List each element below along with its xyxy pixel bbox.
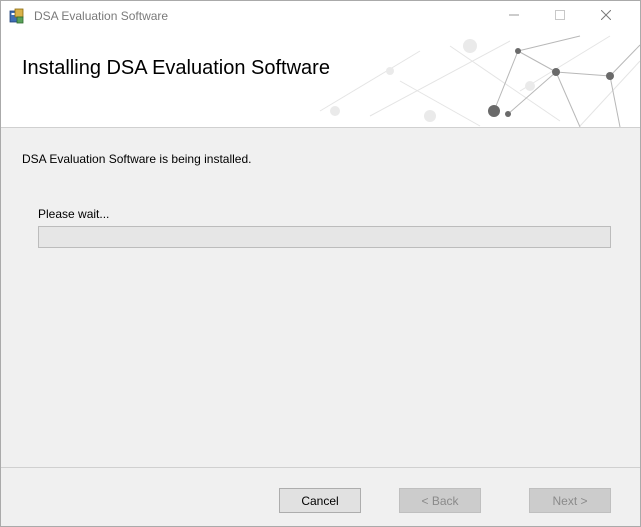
minimize-button[interactable] <box>491 1 537 31</box>
back-button[interactable]: < Back <box>399 488 481 513</box>
close-button[interactable] <box>583 1 629 31</box>
status-message: DSA Evaluation Software is being install… <box>22 152 252 166</box>
wait-label: Please wait... <box>38 207 110 221</box>
minimize-icon <box>509 7 519 25</box>
cancel-button[interactable]: Cancel <box>279 488 361 513</box>
header-divider <box>1 127 640 128</box>
maximize-icon <box>555 7 565 25</box>
footer-divider <box>1 467 640 468</box>
close-icon <box>600 7 612 25</box>
installer-icon <box>9 8 25 24</box>
maximize-button[interactable] <box>537 1 583 31</box>
banner-header: Installing DSA Evaluation Software <box>1 31 640 127</box>
installer-window: DSA Evaluation Software Installing DSA E… <box>0 0 641 527</box>
title-bar[interactable]: DSA Evaluation Software <box>1 1 640 31</box>
window-title: DSA Evaluation Software <box>34 9 169 23</box>
progress-bar <box>38 226 611 248</box>
network-graph-art <box>319 35 640 127</box>
next-button[interactable]: Next > <box>529 488 611 513</box>
